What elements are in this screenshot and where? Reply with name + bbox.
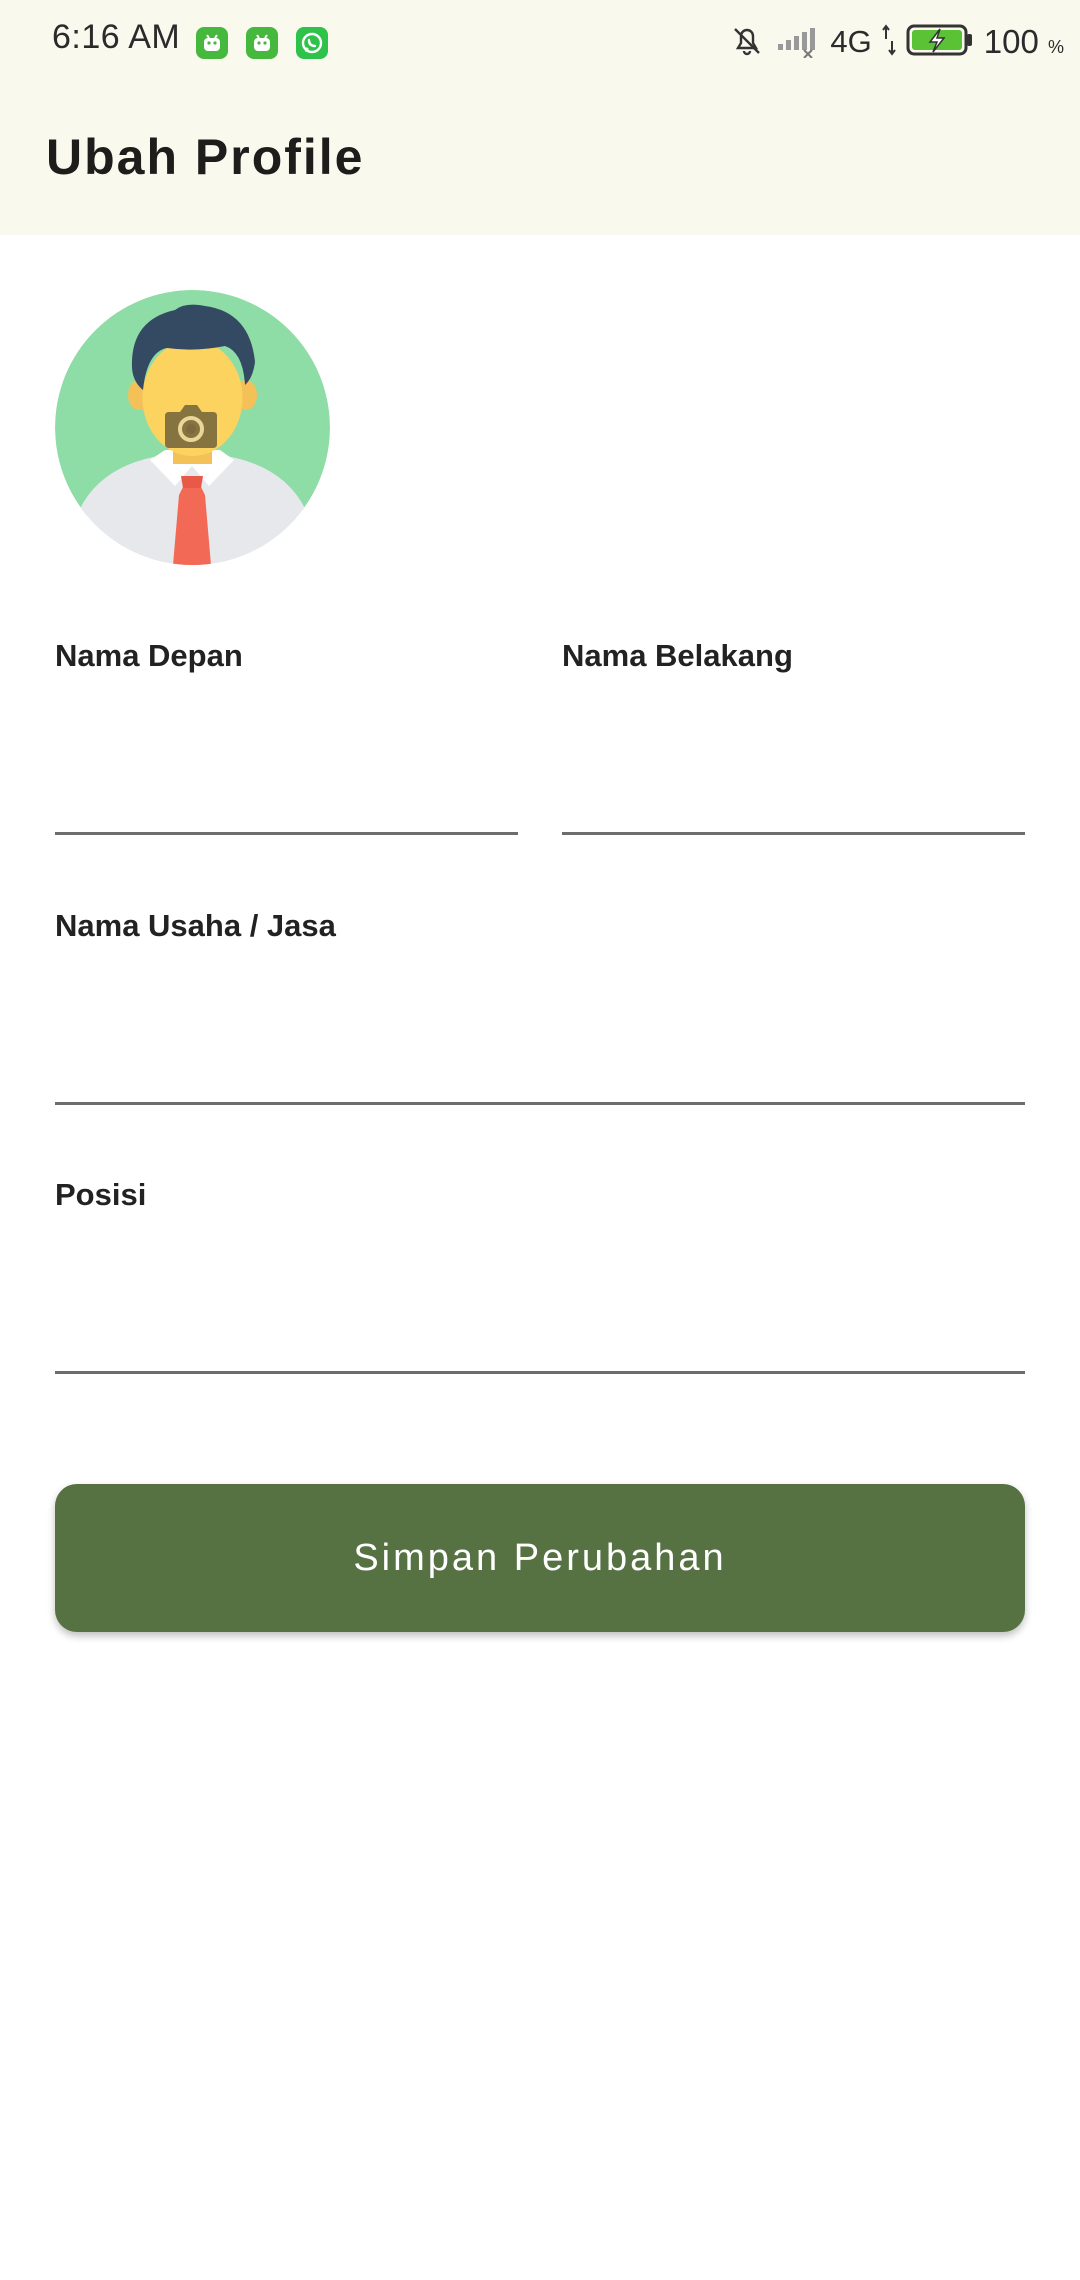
position-input[interactable]	[55, 1289, 1025, 1374]
business-name-label: Nama Usaha / Jasa	[55, 908, 336, 943]
status-time: 6:16 AM	[52, 18, 181, 56]
last-name-label: Nama Belakang	[562, 638, 793, 673]
battery-percent: 100 %	[983, 23, 1064, 60]
first-name-input[interactable]	[55, 750, 518, 835]
data-arrows-icon	[881, 23, 896, 62]
last-name-input[interactable]	[562, 750, 1025, 835]
status-bar: 6:16 AM 4G 100 %	[0, 0, 1080, 85]
camera-icon[interactable]	[163, 400, 219, 450]
status-right-group: 4G 100 %	[718, 16, 1064, 68]
first-name-label: Nama Depan	[55, 638, 243, 673]
signal-icon	[776, 22, 820, 63]
position-label: Posisi	[55, 1177, 147, 1212]
bell-muted-icon	[728, 21, 766, 64]
network-type: 4G	[830, 24, 872, 59]
app-bar: 6:16 AM 4G 100 % Ubah Profile	[0, 0, 1080, 235]
whatsapp-icon	[296, 27, 328, 59]
business-name-input[interactable]	[55, 1020, 1025, 1105]
edit-profile-screen: 6:16 AM 4G 100 % Ubah Profile Nama Depan…	[0, 0, 1080, 2280]
battery-charging-icon	[906, 22, 974, 63]
save-changes-button[interactable]: Simpan Perubahan	[55, 1484, 1025, 1632]
page-title: Ubah Profile	[46, 129, 365, 185]
android-icon	[246, 27, 278, 59]
android-icon	[196, 27, 228, 59]
